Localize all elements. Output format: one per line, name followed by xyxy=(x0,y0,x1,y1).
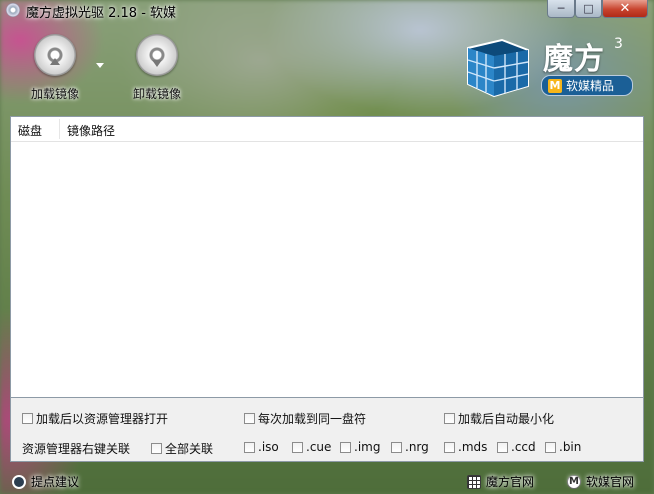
associate-all-label: 全部关联 xyxy=(165,442,214,456)
same-drive-letter-label: 每次加载到同一盘符 xyxy=(258,412,367,426)
brand-name: 魔方 xyxy=(543,42,605,77)
window-title: 魔方虚拟光驱 2.18 - 软媒 xyxy=(26,6,177,21)
feedback-label: 提点建议 xyxy=(31,475,80,489)
options-panel: 加载后以资源管理器打开 每次加载到同一盘符 加载后自动最小化 资源管理器右键关联… xyxy=(10,398,644,462)
status-bar: 提点建议 魔方官网 M 软媒官网 xyxy=(0,468,654,494)
associate-all-checkbox[interactable]: 全部关联 xyxy=(151,440,213,457)
context-menu-association-label: 资源管理器右键关联 xyxy=(22,442,131,456)
feedback-link[interactable]: 提点建议 xyxy=(12,473,79,490)
ext-cue-label: .cue xyxy=(306,440,332,454)
minimize-after-mount-label: 加载后自动最小化 xyxy=(458,412,555,426)
ext-bin-label: .bin xyxy=(559,440,582,454)
mount-image-label: 加载镜像 xyxy=(30,87,79,101)
list-header: 磁盘 镜像路径 xyxy=(11,117,643,142)
unmount-image-label: 卸载镜像 xyxy=(132,87,181,101)
cube-logo-icon xyxy=(467,38,529,98)
column-divider[interactable] xyxy=(59,119,60,139)
ext-img-label: .img xyxy=(354,440,381,454)
mofang-website-link[interactable]: 魔方官网 xyxy=(467,473,534,490)
mount-dropdown-arrow-icon[interactable] xyxy=(96,63,104,68)
close-button[interactable]: ✕ xyxy=(602,0,648,18)
ruanmei-website-label: 软媒官网 xyxy=(586,475,635,489)
ext-ccd-checkbox[interactable]: .ccd xyxy=(497,440,536,454)
ext-nrg-checkbox[interactable]: .nrg xyxy=(391,440,429,454)
column-disk[interactable]: 磁盘 xyxy=(18,122,42,139)
ext-mds-label: .mds xyxy=(458,440,488,454)
brand-badge: M 软媒精品 xyxy=(541,75,633,96)
ext-nrg-label: .nrg xyxy=(405,440,429,454)
brand-badge-text: 软媒精品 xyxy=(566,79,615,93)
ext-iso-checkbox[interactable]: .iso xyxy=(244,440,279,454)
disc-download-icon xyxy=(136,34,178,76)
ext-img-checkbox[interactable]: .img xyxy=(340,440,380,454)
grid-icon xyxy=(467,474,481,489)
minimize-button[interactable]: ─ xyxy=(547,0,575,18)
ext-ccd-label: .ccd xyxy=(511,440,536,454)
disc-eject-icon xyxy=(34,34,76,76)
m-logo-icon: M xyxy=(548,78,562,93)
title-bar: 魔方虚拟光驱 2.18 - 软媒 ─ □ ✕ xyxy=(0,0,654,22)
ext-cue-checkbox[interactable]: .cue xyxy=(292,440,331,454)
ext-mds-checkbox[interactable]: .mds xyxy=(444,440,487,454)
unmount-image-button[interactable]: 卸载镜像 xyxy=(112,34,202,102)
ext-bin-checkbox[interactable]: .bin xyxy=(545,440,581,454)
open-in-explorer-label: 加载后以资源管理器打开 xyxy=(36,412,169,426)
column-image-path[interactable]: 镜像路径 xyxy=(67,122,115,139)
ruanmei-website-link[interactable]: M 软媒官网 xyxy=(567,473,634,490)
cd-icon xyxy=(6,3,20,17)
minimize-after-mount-checkbox[interactable]: 加载后自动最小化 xyxy=(444,410,554,427)
ext-iso-label: .iso xyxy=(258,440,279,454)
m-logo-icon: M xyxy=(567,474,581,489)
mofang-website-label: 魔方官网 xyxy=(486,475,535,489)
brand-version-superscript: 3 xyxy=(614,36,623,52)
same-drive-letter-checkbox[interactable]: 每次加载到同一盘符 xyxy=(244,410,366,427)
open-in-explorer-checkbox[interactable]: 加载后以资源管理器打开 xyxy=(22,410,168,427)
image-list[interactable]: 磁盘 镜像路径 xyxy=(10,116,644,398)
maximize-button[interactable]: □ xyxy=(575,0,602,18)
mount-image-button[interactable]: 加载镜像 xyxy=(10,34,100,102)
hint-icon xyxy=(12,474,26,489)
